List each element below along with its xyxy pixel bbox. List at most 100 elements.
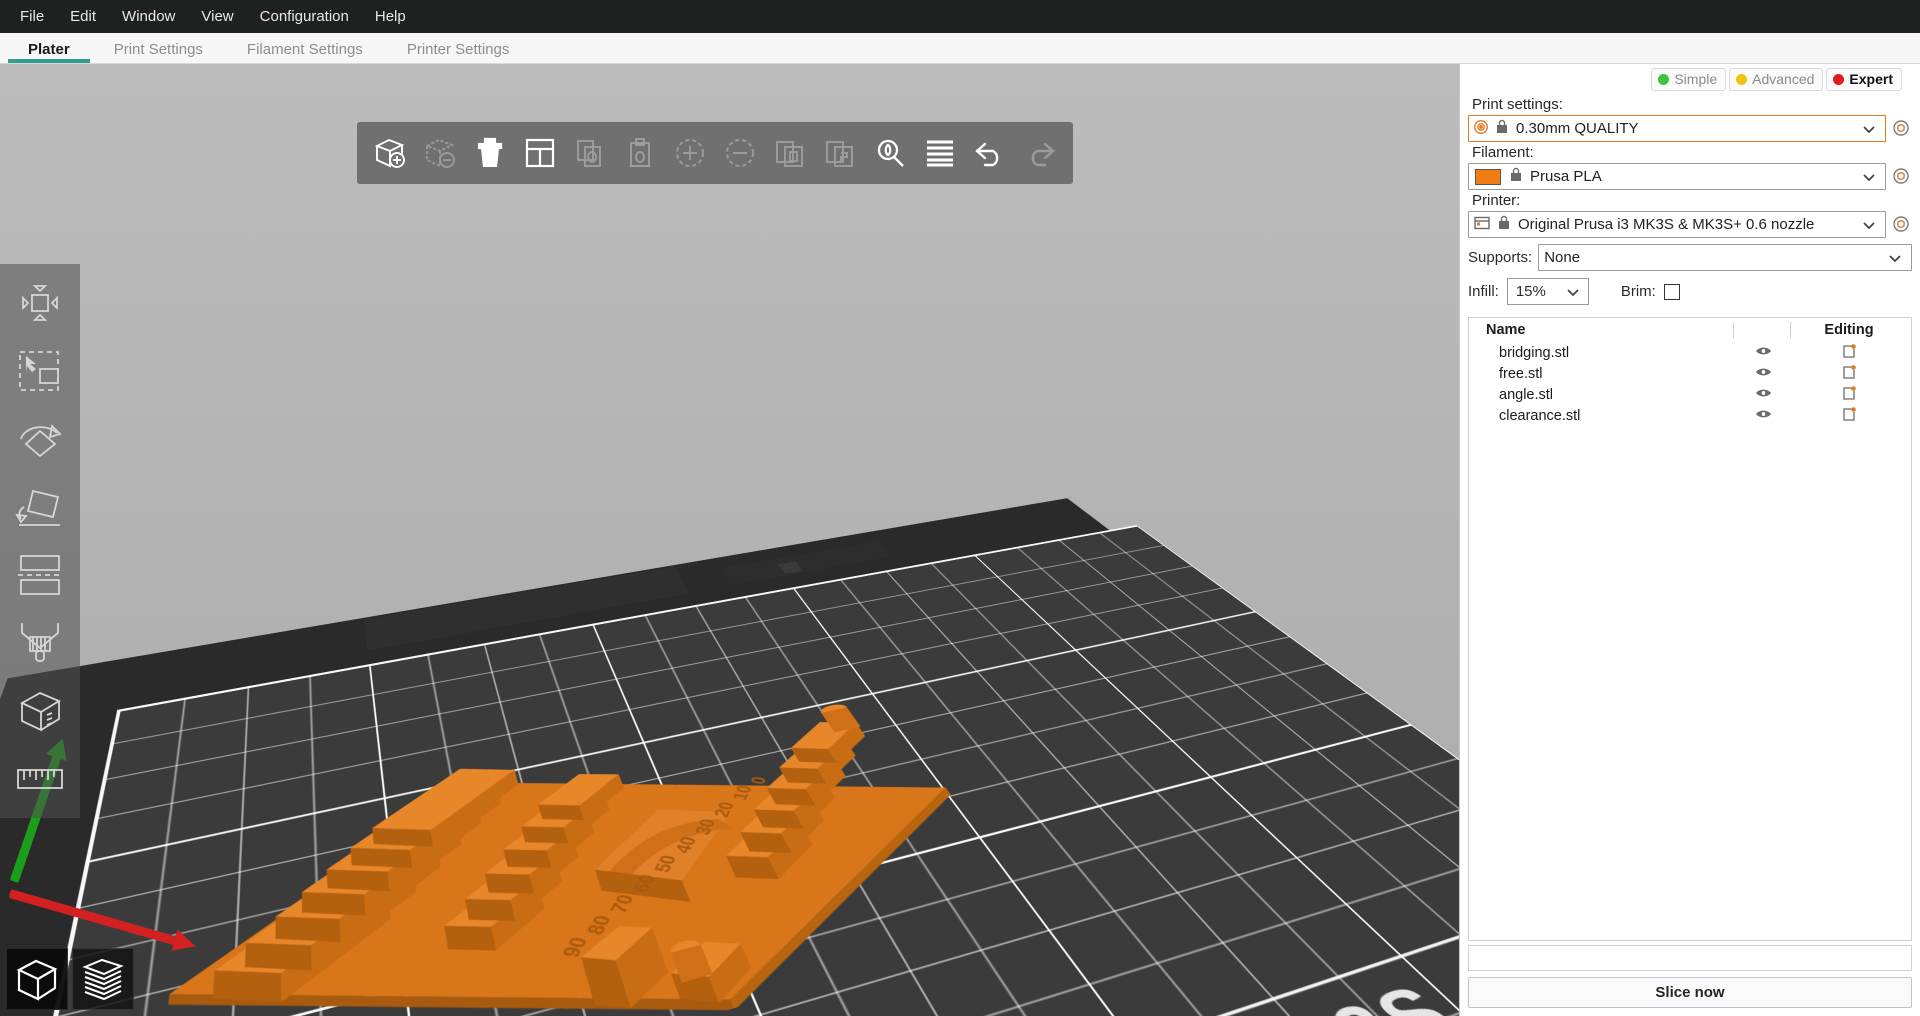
- object-name: bridging.stl: [1499, 344, 1570, 361]
- remove-instance-icon: [717, 127, 763, 179]
- preview-view-icon[interactable]: [72, 948, 134, 1010]
- supports-label: Supports:: [1468, 249, 1533, 266]
- print-bed-scene: ORIGINAL PRUSA i3 MK3S: [0, 214, 1459, 1016]
- menu-bar: File Edit Window View Configuration Help: [0, 0, 1920, 33]
- filament-label: Filament:: [1472, 144, 1534, 161]
- supports-row: Supports: None: [1468, 244, 1912, 271]
- menu-edit[interactable]: Edit: [58, 5, 108, 28]
- top-toolbar: [357, 122, 1073, 184]
- tab-filament-settings[interactable]: Filament Settings: [225, 38, 385, 63]
- printer-row: Original Prusa i3 MK3S & MK3S+ 0.6 nozzl…: [1468, 211, 1912, 238]
- filament-gear-icon[interactable]: [1892, 167, 1912, 187]
- copy-icon: [567, 127, 613, 179]
- print-settings-label: Print settings:: [1472, 96, 1563, 113]
- print-settings-value: 0.30mm QUALITY: [1516, 120, 1639, 137]
- object-name: free.stl: [1499, 365, 1543, 382]
- object-list: Name Editing bridging.stl free.stl angle…: [1468, 317, 1912, 941]
- paint-support-gizmo-icon[interactable]: [5, 610, 75, 676]
- variable-layer-height-icon[interactable]: [917, 127, 963, 179]
- rotate-gizmo-icon[interactable]: [5, 406, 75, 472]
- view-toggle-group: [6, 948, 134, 1010]
- mode-simple-button[interactable]: Simple: [1651, 67, 1727, 92]
- chevron-down-icon: [1861, 121, 1877, 137]
- split-to-objects-icon: [767, 127, 813, 179]
- supports-value: None: [1544, 249, 1581, 266]
- column-header-editing: Editing: [1824, 322, 1874, 338]
- mode-expert-button[interactable]: Expert: [1826, 67, 1902, 92]
- eye-icon[interactable]: [1735, 345, 1791, 361]
- scale-gizmo-icon[interactable]: [5, 338, 75, 404]
- measure-gizmo-icon[interactable]: [5, 746, 75, 812]
- printer-combo[interactable]: Original Prusa i3 MK3S & MK3S+ 0.6 nozzl…: [1468, 211, 1886, 238]
- brim-checkbox[interactable]: [1663, 283, 1680, 300]
- tab-printer-settings[interactable]: Printer Settings: [385, 38, 532, 63]
- table-row[interactable]: clearance.stl: [1469, 405, 1911, 426]
- mode-expert-label: Expert: [1849, 70, 1893, 87]
- lock-closed-icon: [1497, 215, 1511, 234]
- tab-bar: Plater Print Settings Filament Settings …: [0, 33, 1920, 64]
- tab-plater[interactable]: Plater: [6, 38, 92, 63]
- mode-advanced-button[interactable]: Advanced: [1729, 67, 1824, 92]
- mode-simple-label: Simple: [1674, 70, 1718, 87]
- 3d-viewport[interactable]: ORIGINAL PRUSA i3 MK3S: [0, 64, 1459, 1016]
- object-settings-icon[interactable]: [1791, 343, 1907, 363]
- printer-icon: [1473, 215, 1491, 235]
- mode-simple-dot: [1658, 73, 1670, 85]
- print-profile-icon: [1473, 119, 1489, 139]
- printer-value: Original Prusa i3 MK3S & MK3S+ 0.6 nozzl…: [1518, 216, 1815, 233]
- tab-print-settings[interactable]: Print Settings: [92, 38, 225, 63]
- object-settings-icon[interactable]: [1791, 406, 1907, 426]
- seam-gizmo-icon[interactable]: [5, 678, 75, 744]
- table-row[interactable]: angle.stl: [1469, 384, 1911, 405]
- place-on-face-gizmo-icon[interactable]: [5, 474, 75, 540]
- delete-all-icon[interactable]: [467, 127, 513, 179]
- print-settings-row: 0.30mm QUALITY: [1468, 115, 1912, 142]
- brim-label: Brim:: [1620, 283, 1656, 300]
- table-row[interactable]: free.stl: [1469, 363, 1911, 384]
- eye-icon[interactable]: [1735, 408, 1791, 424]
- arrange-icon[interactable]: [517, 127, 563, 179]
- object-settings-icon[interactable]: [1791, 364, 1907, 384]
- infill-combo[interactable]: 15%: [1506, 278, 1589, 305]
- eye-icon[interactable]: [1735, 366, 1791, 382]
- filament-row: Prusa PLA: [1468, 163, 1912, 190]
- editor-view-icon[interactable]: [6, 948, 68, 1010]
- table-row[interactable]: bridging.stl: [1469, 342, 1911, 363]
- redo-icon: [1017, 127, 1063, 179]
- move-gizmo-icon[interactable]: [5, 270, 75, 336]
- column-divider: [1733, 322, 1734, 338]
- mode-advanced-dot: [1736, 73, 1748, 85]
- printer-label: Printer:: [1472, 192, 1521, 209]
- eye-icon[interactable]: [1735, 387, 1791, 403]
- undo-icon[interactable]: [967, 127, 1013, 179]
- infill-value: 15%: [1515, 283, 1546, 300]
- filament-value: Prusa PLA: [1530, 168, 1602, 185]
- menu-help[interactable]: Help: [363, 5, 418, 28]
- chevron-down-icon: [1861, 169, 1877, 185]
- lock-closed-icon: [1495, 119, 1509, 138]
- sliced-info-panel: [1468, 945, 1912, 971]
- delete-object-icon: [417, 127, 463, 179]
- split-to-parts-icon: [817, 127, 863, 179]
- menu-file[interactable]: File: [8, 5, 56, 28]
- chevron-down-icon: [1861, 217, 1877, 233]
- menu-configuration[interactable]: Configuration: [248, 5, 361, 28]
- menu-window[interactable]: Window: [110, 5, 187, 28]
- add-object-icon[interactable]: [367, 127, 413, 179]
- mode-selector: Simple Advanced Expert: [1468, 64, 1912, 94]
- menu-view[interactable]: View: [189, 5, 245, 28]
- supports-combo[interactable]: None: [1538, 244, 1912, 271]
- search-icon[interactable]: [867, 127, 913, 179]
- printer-gear-icon[interactable]: [1892, 215, 1912, 235]
- chevron-down-icon: [1887, 250, 1903, 266]
- main-area: ORIGINAL PRUSA i3 MK3S: [0, 64, 1920, 1016]
- print-settings-combo[interactable]: 0.30mm QUALITY: [1468, 115, 1886, 142]
- add-instance-icon: [667, 127, 713, 179]
- slice-now-button[interactable]: Slice now: [1468, 977, 1912, 1008]
- object-settings-icon[interactable]: [1791, 385, 1907, 405]
- mode-expert-dot: [1833, 73, 1845, 85]
- cut-gizmo-icon[interactable]: [5, 542, 75, 608]
- filament-combo[interactable]: Prusa PLA: [1468, 163, 1886, 190]
- print-settings-gear-icon[interactable]: [1892, 119, 1912, 139]
- infill-label: Infill:: [1468, 283, 1499, 300]
